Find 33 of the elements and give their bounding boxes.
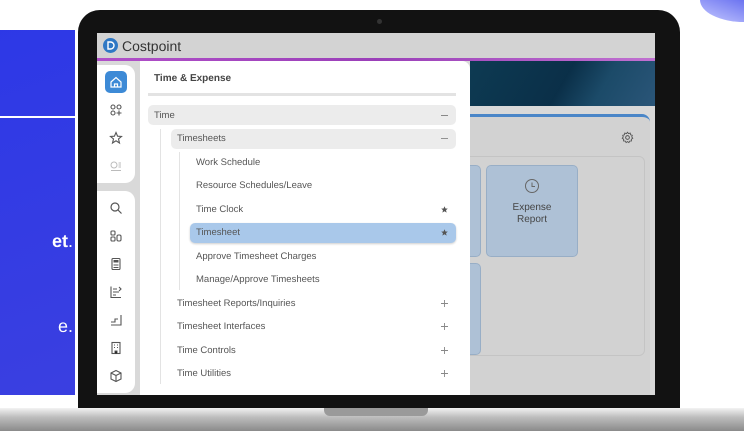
menu-title: Time & Expense — [153, 73, 232, 86]
expand-icon[interactable] — [441, 323, 448, 330]
expense-report-tile[interactable]: Expense Report — [486, 165, 578, 257]
star-icon[interactable] — [441, 229, 448, 236]
promo-text: e. — [58, 316, 73, 337]
settings-icon[interactable] — [621, 131, 634, 144]
menu-item[interactable]: Work Schedule — [190, 152, 456, 172]
menu-item[interactable]: Time Clock — [190, 199, 456, 219]
clock-icon — [524, 178, 540, 194]
menu-item[interactable]: Time Utilities — [171, 364, 456, 384]
tile[interactable] — [470, 263, 481, 355]
menu-item[interactable]: Manage/Approve Timesheets — [190, 270, 456, 290]
menu-item[interactable]: Time Controls — [171, 340, 456, 360]
menu-item[interactable]: Timesheet Reports/Inquiries — [171, 293, 456, 313]
tile-label: Expense Report — [512, 202, 552, 226]
expand-icon[interactable] — [441, 370, 448, 377]
camera-dot — [377, 19, 382, 24]
menu-item[interactable]: Time — [148, 105, 456, 125]
star-icon[interactable] — [441, 206, 448, 212]
logo-icon — [103, 38, 118, 53]
menu-item[interactable]: Resource Schedules/Leave — [190, 176, 456, 196]
menu-item[interactable]: Timesheet Interfaces — [171, 316, 456, 336]
tile[interactable] — [470, 165, 481, 257]
collapse-icon[interactable] — [441, 135, 448, 142]
decor-shape — [700, 0, 744, 22]
home-icon[interactable] — [105, 71, 127, 93]
app-title: Costpoint — [122, 38, 182, 54]
expand-icon[interactable] — [441, 300, 448, 306]
expand-icon[interactable] — [441, 346, 448, 354]
menu-item[interactable]: Approve Timesheet Charges — [190, 246, 456, 266]
menu-item[interactable]: Timesheet — [190, 222, 456, 242]
menu-item[interactable]: Timesheets — [171, 128, 456, 148]
promo-text: et. — [52, 231, 73, 252]
